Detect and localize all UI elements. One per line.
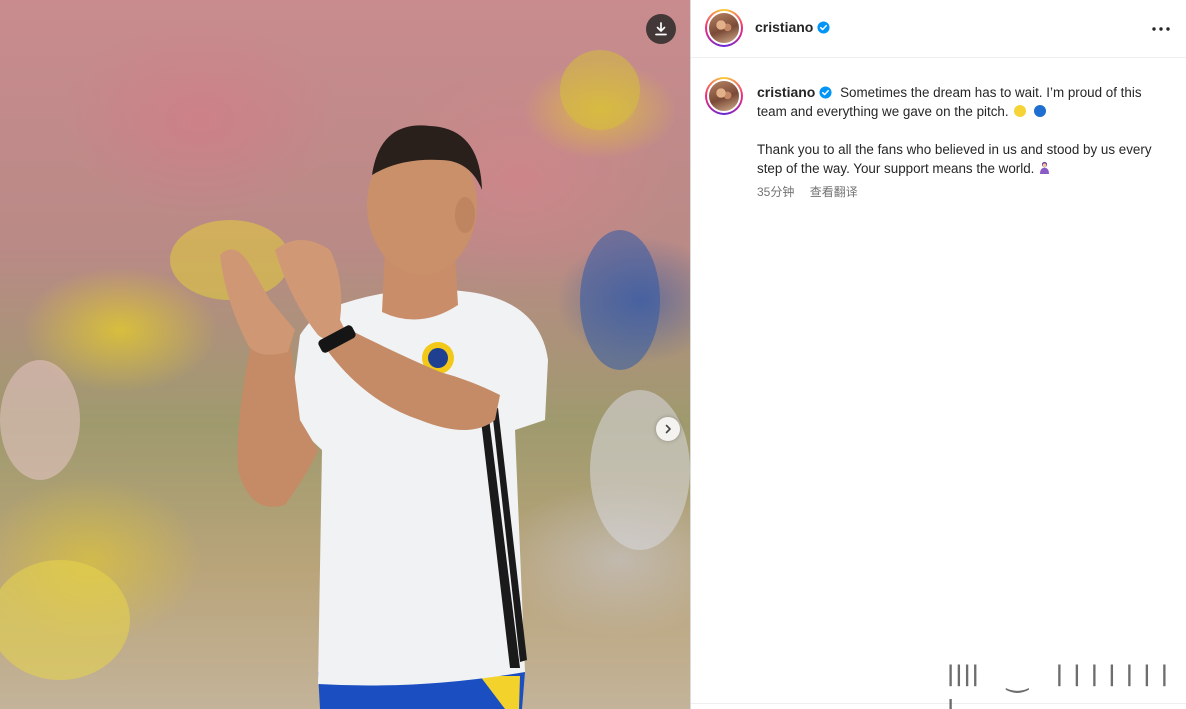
chevron-right-icon bbox=[665, 424, 671, 434]
caption-text-2: Thank you to all the fans who believed i… bbox=[757, 142, 1152, 176]
footer-divider bbox=[691, 703, 1186, 704]
watermark: llll ‿ l l l l l l l l bbox=[947, 660, 1169, 709]
caption: cristiano Sometimes the dream has to wai… bbox=[757, 83, 1171, 202]
more-horizontal-icon bbox=[1152, 27, 1170, 31]
yellow-circle-emoji-icon bbox=[1014, 105, 1027, 117]
post-photo bbox=[0, 50, 690, 709]
player-figure bbox=[220, 125, 548, 709]
woman-bowing-emoji-icon bbox=[1040, 161, 1050, 174]
next-slide-button[interactable] bbox=[656, 417, 680, 441]
author-avatar[interactable] bbox=[705, 9, 743, 47]
download-icon bbox=[655, 22, 667, 36]
download-button[interactable] bbox=[646, 14, 676, 44]
caption-paragraph-1: cristiano Sometimes the dream has to wai… bbox=[757, 83, 1171, 121]
author-username[interactable]: cristiano bbox=[755, 19, 830, 35]
caption-paragraph-2: Thank you to all the fans who believed i… bbox=[757, 140, 1171, 178]
caption-avatar[interactable] bbox=[705, 77, 743, 115]
post-media[interactable] bbox=[0, 0, 690, 709]
caption-username[interactable]: cristiano bbox=[757, 84, 832, 100]
verified-badge-icon bbox=[817, 21, 830, 34]
post-header: cristiano bbox=[691, 0, 1186, 58]
post-timestamp: 35分钟 bbox=[757, 185, 795, 199]
post-side-panel: cristiano cristiano Sometimes the dream … bbox=[691, 0, 1186, 709]
caption-meta: 35分钟 查看翻译 bbox=[757, 183, 1171, 202]
verified-badge-icon bbox=[819, 86, 832, 99]
see-translation-link[interactable]: 查看翻译 bbox=[810, 185, 858, 199]
blue-circle-emoji-icon bbox=[1034, 105, 1047, 117]
more-options-button[interactable] bbox=[1149, 17, 1173, 41]
